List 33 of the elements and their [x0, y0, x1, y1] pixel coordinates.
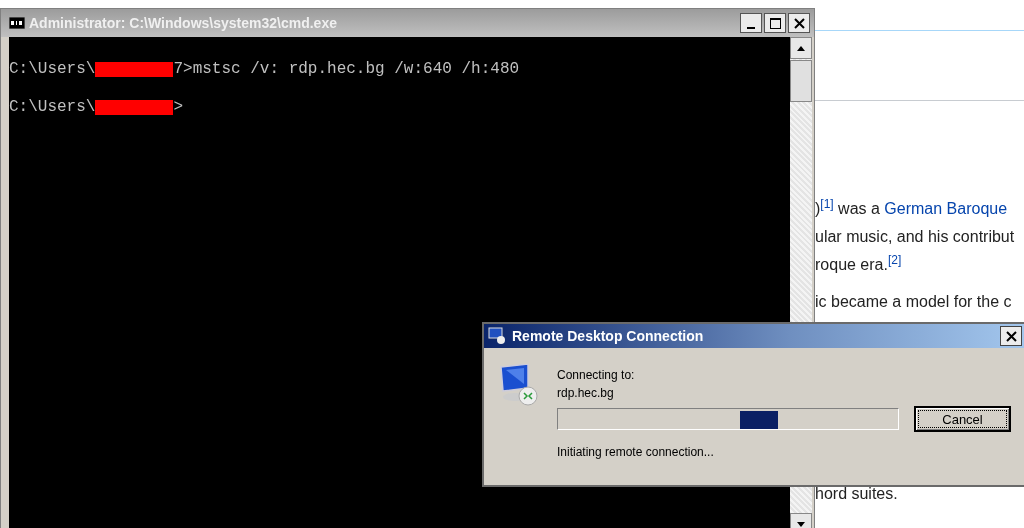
article-text: roque era.$^{[2]}$	[815, 251, 903, 275]
article-text: hord suites.	[815, 484, 899, 504]
article-text: ular music, and his contribut	[815, 227, 1016, 247]
window-title: Administrator: C:\Windows\system32\cmd.exe	[29, 15, 338, 31]
close-icon	[793, 17, 805, 29]
up-arrow-icon	[797, 45, 805, 51]
article-text: )$^{[1]}$ was a German Baroque	[815, 195, 1009, 219]
dialog-title: Remote Desktop Connection	[512, 328, 705, 344]
console-icon	[9, 17, 25, 29]
reference-link[interactable]: [1]	[820, 196, 834, 211]
maximize-icon	[769, 17, 781, 29]
minimize-button[interactable]	[740, 13, 762, 33]
host-name: rdp.hec.bg	[557, 385, 615, 402]
prompt-text: C:\Users\	[9, 98, 96, 117]
command-text: >	[173, 98, 184, 117]
status-text: Initiating remote connection...	[557, 444, 715, 460]
close-button[interactable]	[788, 13, 810, 33]
close-icon	[1005, 330, 1017, 342]
article-link[interactable]: German Baroque	[884, 200, 1008, 217]
reference-link[interactable]: [2]	[887, 252, 902, 267]
down-arrow-icon	[797, 521, 805, 527]
monitor-icon	[488, 327, 506, 345]
close-button[interactable]	[1000, 326, 1022, 346]
maximize-button[interactable]	[764, 13, 786, 33]
prompt-text: C:\Users\	[9, 60, 96, 79]
scroll-thumb[interactable]	[790, 60, 812, 102]
connecting-label: Connecting to:	[557, 367, 636, 384]
scroll-up-button[interactable]	[790, 37, 812, 59]
cancel-button[interactable]: Cancel	[914, 406, 1011, 432]
minimize-icon	[747, 27, 755, 29]
article-text: ic became a model for the c	[815, 292, 1013, 312]
computer-connection-icon	[498, 364, 540, 406]
command-text: 7>mstsc /v: rdp.hec.bg /w:640 /h:480	[173, 60, 520, 79]
